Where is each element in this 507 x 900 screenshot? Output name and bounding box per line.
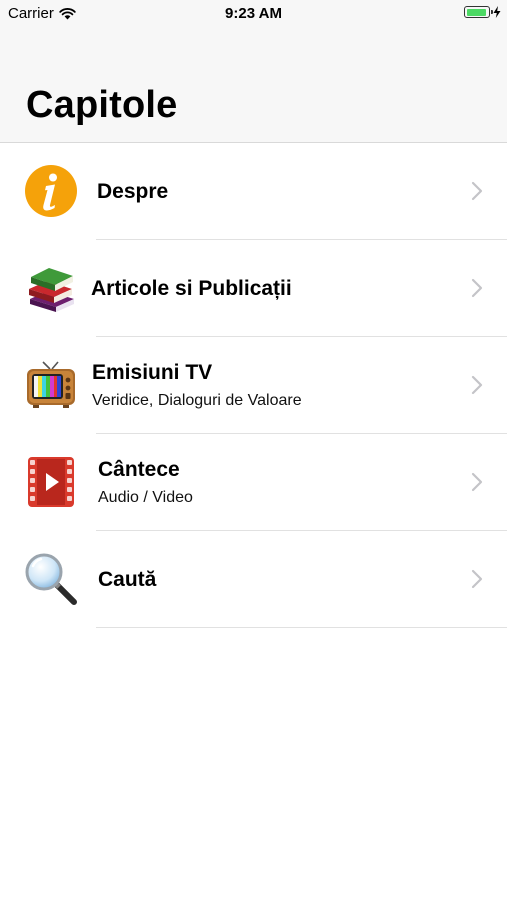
battery-indicator xyxy=(464,6,501,18)
status-bar: Carrier 9:23 AM xyxy=(0,0,507,28)
row-subtitle: Veridice, Dialoguri de Valoare xyxy=(92,391,302,409)
row-title: Despre xyxy=(97,179,169,203)
row-title: Articole si Publicații xyxy=(91,276,292,300)
chevron-right-icon xyxy=(471,472,483,492)
info-icon xyxy=(22,163,80,219)
battery-icon xyxy=(464,6,493,18)
video-player-icon xyxy=(22,454,80,510)
chevron-right-icon xyxy=(471,375,483,395)
chevron-right-icon xyxy=(471,278,483,298)
chevron-right-icon xyxy=(471,181,483,201)
screen: Carrier 9:23 AM Capitole Despre Articole… xyxy=(0,0,507,900)
row-title: Cântece xyxy=(98,457,180,481)
list-item-despre[interactable]: Despre xyxy=(0,143,507,240)
charging-bolt-icon xyxy=(493,6,501,18)
chevron-right-icon xyxy=(471,569,483,589)
row-title: Emisiuni TV xyxy=(92,360,213,384)
row-subtitle: Audio / Video xyxy=(98,488,193,506)
row-title: Caută xyxy=(98,567,157,591)
navigation-header: Carrier 9:23 AM Capitole xyxy=(0,0,507,143)
status-time: 9:23 AM xyxy=(225,5,282,22)
list-item-emisiuni-tv[interactable]: Emisiuni TV Veridice, Dialoguri de Valoa… xyxy=(0,337,507,434)
magnifier-icon xyxy=(22,551,80,607)
books-icon xyxy=(22,260,80,316)
page-title: Capitole xyxy=(26,84,178,126)
list-item-cantece[interactable]: Cântece Audio / Video xyxy=(0,434,507,531)
list-item-articole[interactable]: Articole si Publicații xyxy=(0,240,507,337)
tv-icon xyxy=(22,357,80,413)
chapters-list: Despre Articole si Publicații Emisiuni T… xyxy=(0,143,507,628)
list-item-cauta[interactable]: Caută xyxy=(0,531,507,628)
row-separator xyxy=(96,627,507,628)
